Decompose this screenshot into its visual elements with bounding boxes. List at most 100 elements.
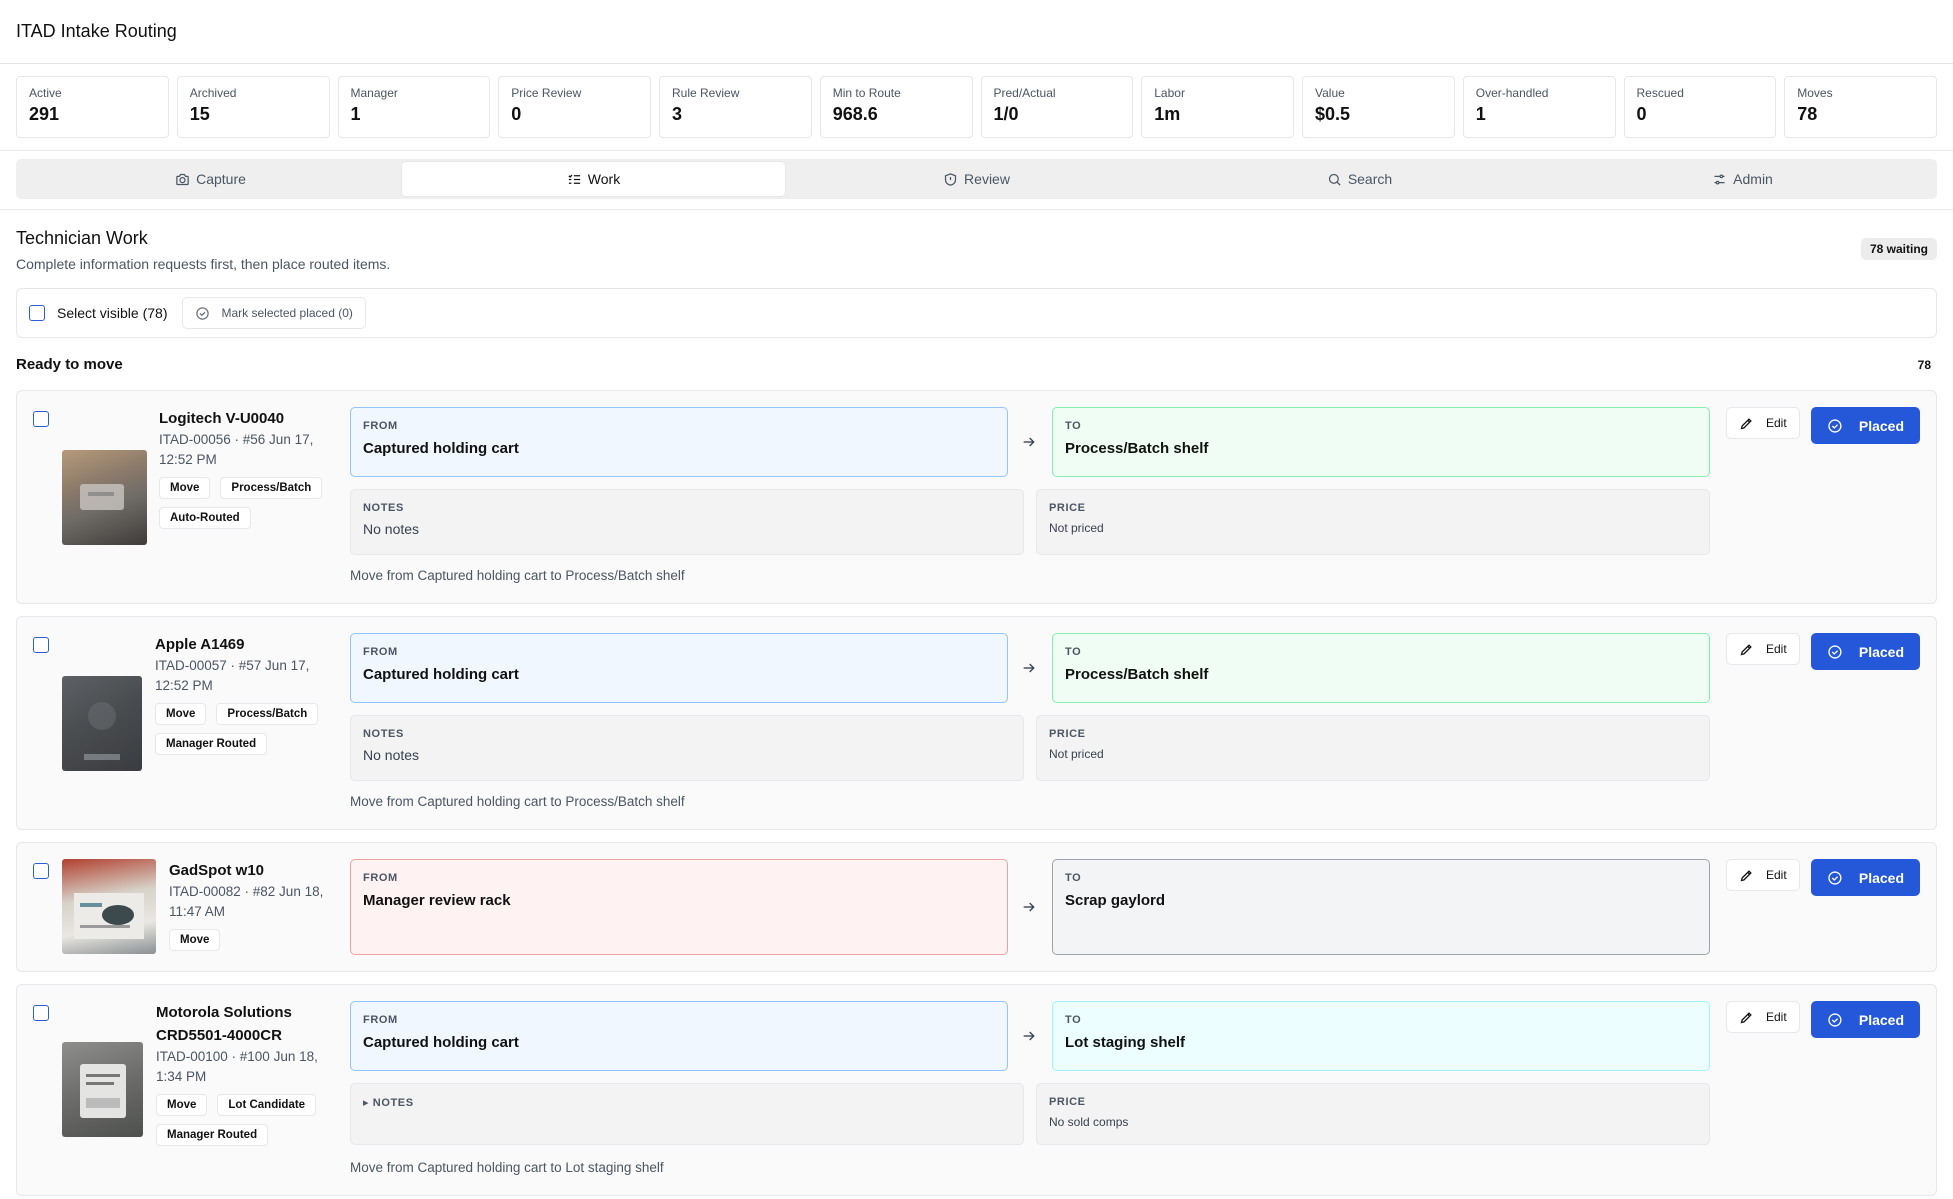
item-checkbox[interactable] bbox=[33, 411, 49, 427]
work-item-card: GadSpot w10 ITAD-00082 · #82 Jun 18, 11:… bbox=[16, 842, 1937, 972]
stat-label: Over-handled bbox=[1475, 86, 1549, 100]
stat-value: 15 bbox=[189, 104, 210, 124]
item-info: Apple A1469 ITAD-00057 · #57 Jun 17, 12:… bbox=[155, 633, 329, 755]
tab-label: Capture bbox=[196, 171, 246, 187]
notes-box[interactable]: ▸ NOTES bbox=[350, 1083, 1024, 1145]
item-tags: Move Lot Candidate Manager Routed bbox=[156, 1094, 336, 1146]
item-name[interactable]: Logitech V-U0040 bbox=[159, 407, 329, 430]
tag: Process/Batch bbox=[216, 703, 319, 725]
ready-title: Ready to move bbox=[16, 356, 123, 373]
placed-label: Placed bbox=[1858, 869, 1904, 886]
arrow-right-icon bbox=[1023, 663, 1035, 673]
select-visible-checkbox[interactable] bbox=[29, 305, 45, 321]
stat-label: Labor bbox=[1154, 86, 1185, 100]
notes-box: NOTES No notes bbox=[350, 715, 1024, 781]
bulk-action-bar: Select visible (78) Mark selected placed… bbox=[16, 288, 1937, 338]
stat-label: Value bbox=[1315, 86, 1345, 100]
stat-label: Price Review bbox=[511, 86, 582, 100]
tag: Move bbox=[156, 1094, 208, 1116]
placed-button[interactable]: Placed bbox=[1811, 407, 1920, 444]
from-value: Manager review rack bbox=[363, 892, 511, 909]
item-checkbox[interactable] bbox=[33, 1005, 49, 1021]
stat-value: 3 bbox=[672, 104, 683, 124]
ready-to-move-header: Ready to move 78 bbox=[16, 356, 1937, 373]
to-value: Process/Batch shelf bbox=[1065, 440, 1209, 457]
price-value: Not priced bbox=[1049, 521, 1104, 535]
item-info: Logitech V-U0040 ITAD-00056 · #56 Jun 17… bbox=[159, 407, 329, 529]
mark-selected-placed-button[interactable]: Mark selected placed (0) bbox=[181, 297, 366, 329]
edit-label: Edit bbox=[1766, 642, 1787, 656]
from-value: Captured holding cart bbox=[363, 440, 519, 457]
tab-work[interactable]: Work bbox=[402, 162, 785, 196]
from-label: FROM bbox=[363, 1014, 398, 1026]
stat-pred-actual: Pred/Actual 1/0 bbox=[980, 76, 1134, 138]
select-visible-label[interactable]: Select visible (78) bbox=[57, 305, 168, 321]
notes-toggle[interactable]: ▸ NOTES bbox=[363, 1096, 1011, 1109]
arrow-right-icon bbox=[1023, 902, 1035, 912]
from-label: FROM bbox=[363, 420, 398, 432]
edit-button[interactable]: Edit bbox=[1726, 859, 1800, 891]
shield-icon bbox=[944, 172, 957, 186]
move-instruction: Move from Captured holding cart to Proce… bbox=[350, 568, 685, 583]
placed-button[interactable]: Placed bbox=[1811, 859, 1920, 896]
ready-count: 78 bbox=[1917, 357, 1931, 372]
stat-label: Active bbox=[29, 86, 62, 100]
search-icon bbox=[1328, 173, 1341, 186]
work-item-card: Apple A1469 ITAD-00057 · #57 Jun 17, 12:… bbox=[16, 616, 1937, 830]
stat-value: 1 bbox=[350, 104, 361, 124]
pencil-icon bbox=[1740, 417, 1752, 429]
tag: Manager Routed bbox=[155, 733, 268, 755]
price-box: PRICE Not priced bbox=[1036, 489, 1710, 555]
item-meta: ITAD-00100 · #100 Jun 18, 1:34 PM bbox=[156, 1049, 318, 1084]
notes-box: NOTES No notes bbox=[350, 489, 1024, 555]
to-label: TO bbox=[1065, 872, 1082, 884]
item-info: GadSpot w10 ITAD-00082 · #82 Jun 18, 11:… bbox=[169, 859, 344, 951]
from-location: FROM Manager review rack bbox=[350, 859, 1008, 955]
work-item-card: Logitech V-U0040 ITAD-00056 · #56 Jun 17… bbox=[16, 390, 1937, 604]
tab-review[interactable]: Review bbox=[785, 162, 1168, 196]
placed-button[interactable]: Placed bbox=[1811, 633, 1920, 670]
item-checkbox[interactable] bbox=[33, 637, 49, 653]
to-location: TO Process/Batch shelf bbox=[1052, 633, 1710, 703]
edit-label: Edit bbox=[1766, 868, 1787, 882]
item-name[interactable]: Apple A1469 bbox=[155, 633, 329, 656]
placed-button[interactable]: Placed bbox=[1811, 1001, 1920, 1038]
edit-button[interactable]: Edit bbox=[1726, 633, 1800, 665]
pencil-icon bbox=[1740, 643, 1752, 655]
stat-value: 1 bbox=[1475, 104, 1486, 124]
edit-button[interactable]: Edit bbox=[1726, 407, 1800, 439]
price-label: PRICE bbox=[1049, 1096, 1086, 1108]
stat-rescued: Rescued 0 bbox=[1623, 76, 1777, 138]
check-circle-icon bbox=[1828, 1012, 1842, 1027]
tag: Auto-Routed bbox=[159, 507, 251, 529]
item-name[interactable]: Motorola Solutions CRD5501-4000CR bbox=[156, 1001, 336, 1047]
price-label: PRICE bbox=[1049, 502, 1086, 514]
list-check-icon bbox=[568, 174, 580, 184]
tab-search[interactable]: Search bbox=[1168, 162, 1551, 196]
stat-value: 968.6 bbox=[832, 104, 878, 124]
item-checkbox[interactable] bbox=[33, 863, 49, 879]
to-location: TO Process/Batch shelf bbox=[1052, 407, 1710, 477]
stat-archived: Archived 15 bbox=[176, 76, 330, 138]
price-box: PRICE Not priced bbox=[1036, 715, 1710, 781]
stat-label: Pred/Actual bbox=[993, 86, 1056, 100]
notes-label: NOTES bbox=[363, 502, 404, 514]
item-name[interactable]: GadSpot w10 bbox=[169, 859, 344, 882]
price-label: PRICE bbox=[1049, 728, 1086, 740]
notes-value: No notes bbox=[363, 747, 420, 763]
stat-labor: Labor 1m bbox=[1141, 76, 1294, 138]
to-location: TO Scrap gaylord bbox=[1052, 859, 1710, 955]
tab-label: Work bbox=[587, 171, 621, 187]
sliders-icon bbox=[1714, 174, 1725, 184]
tab-capture[interactable]: Capture bbox=[19, 162, 402, 196]
tabs-wrapper: Capture Work Review Search Admin bbox=[0, 151, 1953, 210]
edit-button[interactable]: Edit bbox=[1726, 1001, 1800, 1033]
to-value: Lot staging shelf bbox=[1065, 1034, 1185, 1051]
tab-admin[interactable]: Admin bbox=[1551, 162, 1934, 196]
move-instruction: Move from Captured holding cart to Proce… bbox=[350, 794, 685, 809]
stat-label: Manager bbox=[350, 86, 398, 100]
item-meta: ITAD-00057 · #57 Jun 17, 12:52 PM bbox=[155, 658, 310, 693]
move-instruction: Move from Captured holding cart to Lot s… bbox=[350, 1160, 664, 1175]
price-value: Not priced bbox=[1049, 747, 1104, 761]
stat-over-handled: Over-handled 1 bbox=[1462, 76, 1616, 138]
